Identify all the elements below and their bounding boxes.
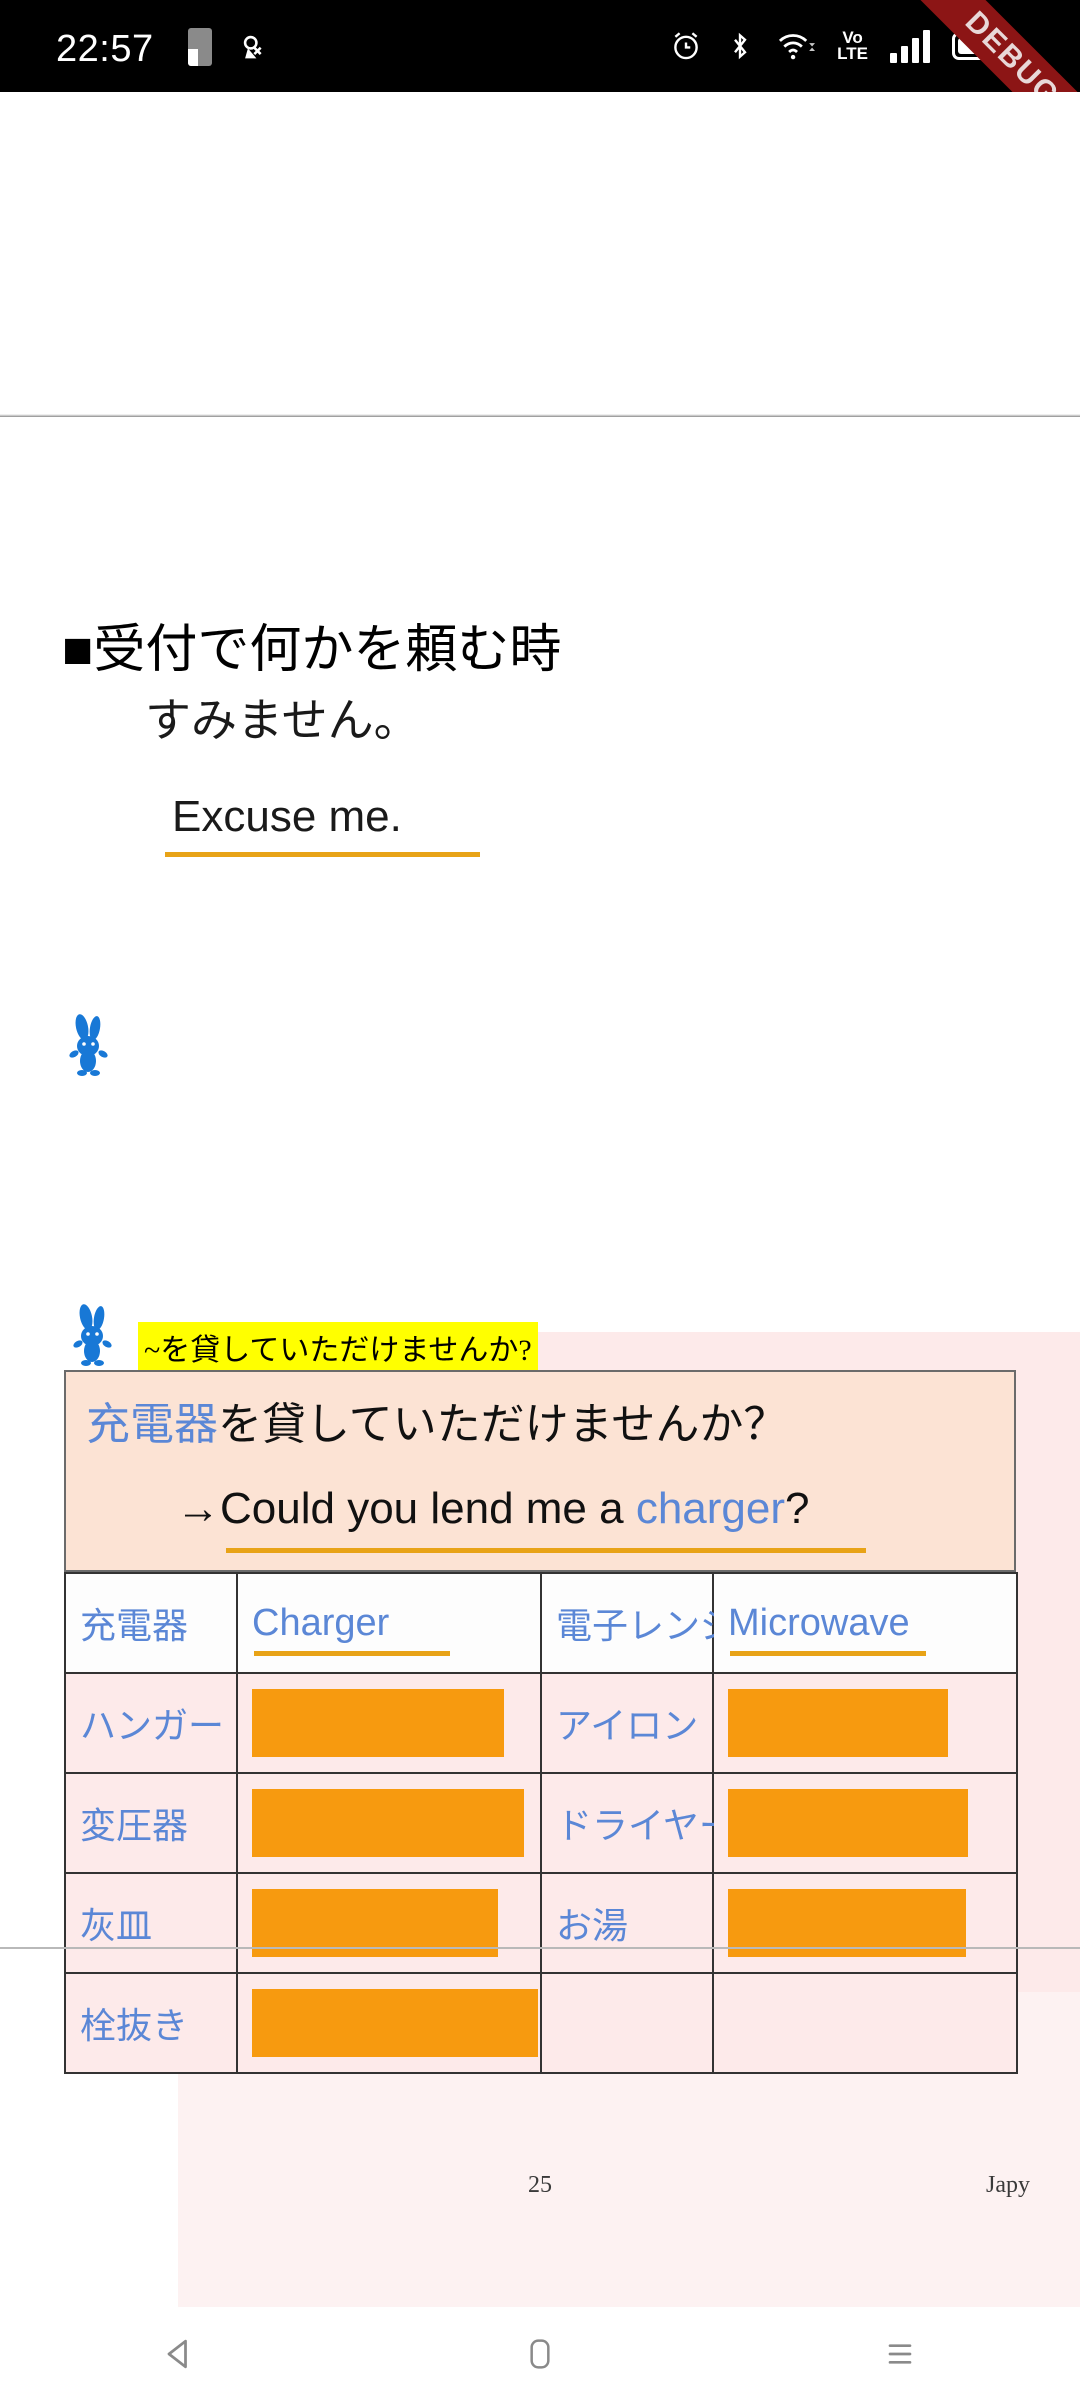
vocab-jp-label: お湯 [556,1906,629,1946]
vocab-cell-jp: 充電器 [64,1572,238,1674]
bluetooth-icon [725,29,755,63]
example-jp-keyword: 充電器 [86,1400,218,1449]
example-en-before: Could you lend me a [220,1484,636,1533]
page-top-divider [0,414,1080,417]
page-bottom-divider [0,1947,1080,1949]
vocabulary-table: 充電器 Charger 電子レンジ Microwave ハンガー アイロン 変圧… [64,1572,1018,2074]
document-page: ■受付で何かを頼む時 すみません。 Excuse me. ~を貸していただけませ… [0,432,1080,2392]
vocab-cell-en-blank[interactable] [712,1672,1018,1774]
wifi-icon [777,29,816,63]
example-sentence-box: 充電器を貸していただけませんか？ →Could you lend me a ch… [64,1370,1016,1572]
vocab-cell-jp: 変圧器 [64,1772,238,1874]
answer-blank-block[interactable] [728,1789,968,1857]
vocab-en-underline [730,1651,926,1656]
vocab-cell-jp: アイロン [540,1672,714,1774]
vocab-cell-jp: 電子レンジ [540,1572,736,1674]
vocab-cell-en-blank[interactable] [712,1872,1018,1974]
vocab-cell-jp: ハンガー [64,1672,238,1774]
vocab-cell-jp: ドライヤー [540,1772,735,1874]
vocab-jp-label: 変圧器 [80,1806,189,1846]
table-row: 灰皿 お湯 [64,1872,1018,1974]
page-number: 25 [528,2172,552,2198]
vocab-cell-en-blank[interactable] [236,1972,542,2074]
signal-bars-icon [890,29,930,63]
page-title: ■受付で何かを頼む時 [62,622,562,679]
vocab-cell-jp-empty [540,1972,714,2074]
vocab-jp-label: ドライヤー [556,1806,735,1846]
japanese-phrase-1: すみません。 [145,695,420,746]
example-en-after: ? [785,1484,810,1533]
table-row: 変圧器 ドライヤー [64,1772,1018,1874]
vocab-jp-label: 栓抜き [80,2006,189,2046]
sim-card-icon [188,28,212,66]
vocab-cell-en-blank[interactable] [712,1772,1018,1874]
android-navigation-bar [0,2307,1080,2400]
status-clock: 22:57 [56,28,154,70]
vocab-cell-en-blank[interactable] [236,1872,542,1974]
english-phrase-1-underline [165,852,480,857]
home-icon[interactable] [465,2307,615,2400]
vocab-jp-label: 灰皿 [80,1906,153,1946]
rabbit-mascot-icon [68,1014,112,1076]
table-row: 充電器 Charger 電子レンジ Microwave [64,1572,1018,1674]
example-jp-rest: を貸していただけませんか？ [218,1400,788,1449]
vocab-jp-label: 電子レンジ [556,1606,737,1646]
vocab-jp-label: ハンガー [80,1706,225,1746]
answer-blank-block[interactable] [252,1989,538,2057]
volte-icon: Vo LTE [837,29,868,63]
example-arrow-icon: → [176,1484,220,1533]
vocab-en-answer: Charger [252,1601,390,1644]
vocab-jp-label: 充電器 [80,1606,189,1646]
table-row: 栓抜き [64,1972,1018,2074]
rabbit-mascot-icon-2 [72,1304,116,1366]
example-japanese-sentence: 充電器を貸していただけませんか？ [86,1388,787,1452]
vocab-cell-en-blank[interactable] [236,1772,542,1874]
vocab-cell-en[interactable]: Microwave [712,1572,1018,1674]
no-data-icon [238,30,272,64]
vocab-en-underline [254,1651,450,1656]
table-row: ハンガー アイロン [64,1672,1018,1774]
example-english-underline [226,1548,866,1553]
volte-bottom-label: LTE [837,44,868,63]
footer-brand: Japy [986,2172,1030,2198]
vocab-cell-en[interactable]: Charger [236,1572,542,1674]
answer-blank-block[interactable] [252,1789,524,1857]
vocab-cell-jp: 灰皿 [64,1872,238,1974]
vocab-cell-en-empty [712,1972,1018,2074]
example-english-sentence: →Could you lend me a charger? [176,1484,809,1534]
vocab-en-answer: Microwave [728,1601,910,1644]
answer-blank-block[interactable] [252,1689,504,1757]
status-bar: 22:57 Vo LTE DEBUG [0,0,1080,92]
alarm-clock-icon [669,29,703,63]
vocab-cell-jp: 栓抜き [64,1972,238,2074]
back-icon[interactable] [105,2307,255,2400]
vocab-cell-en-blank[interactable] [236,1672,542,1774]
example-en-keyword: charger [635,1484,785,1533]
answer-blank-block[interactable] [728,1689,948,1757]
english-phrase-1: Excuse me. [172,792,402,841]
prompt-pattern-highlight: ~を貸していただけませんか? [138,1322,538,1374]
vocab-cell-jp: お湯 [540,1872,714,1974]
vocab-jp-label: アイロン [556,1706,699,1746]
recents-icon[interactable] [825,2307,975,2400]
document-viewer[interactable]: ■受付で何かを頼む時 すみません。 Excuse me. ~を貸していただけませ… [0,92,1080,2392]
